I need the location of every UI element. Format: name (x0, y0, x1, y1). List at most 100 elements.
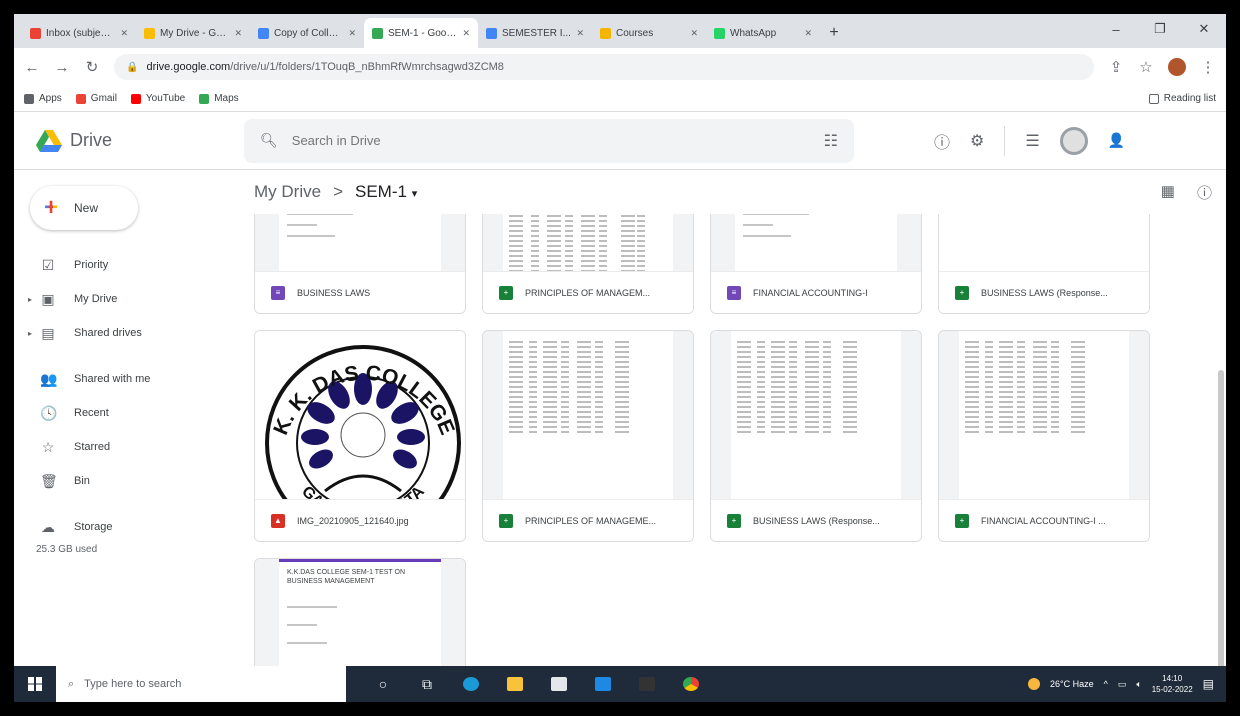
expand-arrow-icon[interactable]: ▸ (28, 329, 32, 338)
file-card-footer: ≡ FINANCIAL ACCOUNTING-I (711, 271, 921, 313)
tab-close-icon[interactable]: ✕ (348, 28, 356, 39)
sidebar-item[interactable]: ☑ Priority (14, 248, 244, 282)
bookmark-label: Maps (214, 93, 239, 104)
new-button[interactable]: + New (30, 186, 138, 230)
file-card[interactable]: + FINANCIAL ACCOUNTING-I ... (938, 330, 1150, 542)
network-icon[interactable]: ▭ (1118, 679, 1127, 690)
drive-logo[interactable]: Drive (14, 129, 244, 152)
file-card[interactable]: K. K. DAS COLLEGEGARIA · KOLKATA ▲ IMG_202… (254, 330, 466, 542)
scrollbar[interactable] (1218, 370, 1224, 670)
star-icon[interactable]: ☆ (1138, 58, 1154, 76)
preview-line (287, 235, 335, 237)
reading-list-button[interactable]: Reading list (1148, 93, 1216, 104)
file-name: BUSINESS LAWS (Response... (753, 515, 880, 526)
search-options-icon[interactable]: ☷ (824, 131, 838, 151)
sidebar-item-label: Shared drives (74, 327, 142, 339)
maximize-button[interactable]: ❐ (1138, 14, 1182, 44)
tab-close-icon[interactable]: ✕ (804, 28, 812, 39)
search-input[interactable] (291, 133, 810, 148)
close-window-button[interactable]: ✕ (1182, 14, 1226, 44)
file-card[interactable]: + PRINCIPLES OF MANAGEM... (482, 214, 694, 314)
account-avatar[interactable] (1059, 126, 1088, 155)
search-icon: 🔍︎ (260, 132, 278, 148)
forward-arrow-icon[interactable]: → (54, 59, 70, 76)
back-arrow-icon[interactable]: ← (24, 59, 40, 76)
start-button[interactable] (14, 666, 56, 702)
breadcrumb-root[interactable]: My Drive (254, 182, 321, 202)
mail-icon[interactable] (588, 669, 618, 699)
chrome-menu-icon[interactable]: ⋮ (1200, 58, 1216, 76)
file-card[interactable]: + BUSINESS LAWS (Response... (710, 330, 922, 542)
tray-chevron-icon[interactable]: ^ (1104, 679, 1108, 689)
tab-close-icon[interactable]: ✕ (576, 28, 584, 39)
minimize-button[interactable]: – (1094, 14, 1138, 44)
sidebar-item[interactable]: 🕓 Recent (14, 396, 244, 430)
store-icon[interactable] (544, 669, 574, 699)
bookmark-item[interactable]: YouTube (130, 93, 185, 104)
expand-arrow-icon[interactable]: ▸ (28, 295, 32, 304)
file-card[interactable]: K.K.DAS COLLEGE SEM-1 TEST ON BUSINESS M… (254, 558, 466, 666)
tab-close-icon[interactable]: ✕ (120, 28, 128, 39)
sidebar-item[interactable]: ☆ Starred (14, 430, 244, 464)
file-card[interactable]: + PRINCIPLES OF MANAGEME... (482, 330, 694, 542)
sidebar-item[interactable]: 🗑 Bin (14, 464, 244, 498)
sidebar-item-label: Priority (74, 259, 109, 271)
account-icon[interactable]: 👤 (1108, 132, 1125, 149)
preview-column (615, 341, 629, 433)
sidebar-item[interactable]: 👥 Shared with me (14, 362, 244, 396)
file-thumbnail (255, 214, 465, 273)
bookmark-item[interactable]: Maps (199, 93, 239, 104)
breadcrumb-current-folder[interactable]: SEM-1 ▾ (355, 182, 417, 202)
file-card[interactable]: ≡ FINANCIAL ACCOUNTING-I (710, 214, 922, 314)
bookmark-item[interactable]: Apps (24, 93, 62, 104)
bookmark-item[interactable]: Gmail (75, 93, 117, 104)
file-name: IMG_20210905_121640.jpg (297, 515, 409, 526)
sidebar-item[interactable]: ▸ ▤ Shared drives (14, 316, 244, 350)
tab-close-icon[interactable]: ✕ (690, 28, 698, 39)
browser-tab[interactable]: Copy of College... ✕ (250, 18, 364, 48)
volume-icon[interactable]: 🔈︎ (1136, 679, 1141, 690)
browser-tab[interactable]: SEM-1 - Google... ✕ (364, 18, 478, 48)
list-view-icon[interactable]: ▦ (1161, 182, 1175, 203)
system-tray: 26°C Haze ^ ▭ 🔈︎ 14:10 15-02-2022 ▤ (1027, 673, 1226, 695)
apps-grid-icon[interactable]: ☰ (1025, 131, 1039, 151)
task-view-icon[interactable]: ⧉ (412, 669, 442, 699)
info-icon[interactable]: ⓘ (1197, 182, 1212, 203)
new-tab-button[interactable]: + (820, 18, 848, 48)
browser-tab[interactable]: My Drive - Goo... ✕ (136, 18, 250, 48)
drive-search-box[interactable]: 🔍︎ ☷ (244, 118, 854, 163)
tab-label: Copy of College... (274, 27, 343, 39)
file-card[interactable]: + BUSINESS LAWS (Response... (938, 214, 1150, 314)
settings-gear-icon[interactable]: ⚙ (970, 131, 984, 151)
edge-icon[interactable] (456, 669, 486, 699)
browser-tab[interactable]: WhatsApp ✕ (706, 18, 820, 48)
chrome-icon[interactable] (676, 669, 706, 699)
notifications-icon[interactable]: ▤ (1203, 677, 1214, 691)
sidebar-item[interactable]: ☁ Storage (14, 510, 244, 544)
preview-column (543, 341, 557, 433)
weather-text[interactable]: 26°C Haze (1050, 679, 1094, 689)
weather-icon (1027, 678, 1040, 690)
preview-column (561, 341, 569, 433)
drive-header: Drive 🔍︎ ☷ ⓘ ⚙ ☰ 👤 (14, 112, 1226, 170)
help-icon[interactable]: ⓘ (934, 129, 950, 153)
file-card[interactable]: ≡ BUSINESS LAWS (254, 214, 466, 314)
browser-tab[interactable]: Inbox (subject) - In... ✕ (22, 18, 136, 48)
profile-avatar[interactable] (1168, 58, 1186, 76)
clock[interactable]: 14:10 15-02-2022 (1152, 673, 1193, 695)
reload-icon[interactable]: ↻ (84, 58, 100, 76)
tab-label: Courses (616, 27, 654, 39)
tab-close-icon[interactable]: ✕ (462, 28, 470, 39)
cortana-icon[interactable]: ○ (368, 669, 398, 699)
sheet-file-icon: + (499, 285, 513, 300)
sidebar-item[interactable]: ▸ ▣ My Drive (14, 282, 244, 316)
share-icon[interactable]: ⇪ (1108, 58, 1124, 76)
tab-close-icon[interactable]: ✕ (234, 28, 242, 39)
file-explorer-icon[interactable] (500, 669, 530, 699)
url-bar[interactable]: 🔒 drive.google.com/drive/u/1/folders/1TO… (114, 54, 1094, 80)
taskbar-search[interactable]: ⌕ Type here to search (56, 666, 346, 702)
browser-tab[interactable]: Courses ✕ (592, 18, 706, 48)
breadcrumb-separator: > (333, 182, 343, 201)
app-icon[interactable] (632, 669, 662, 699)
browser-tab[interactable]: SEMESTER I... ✕ (478, 18, 592, 48)
